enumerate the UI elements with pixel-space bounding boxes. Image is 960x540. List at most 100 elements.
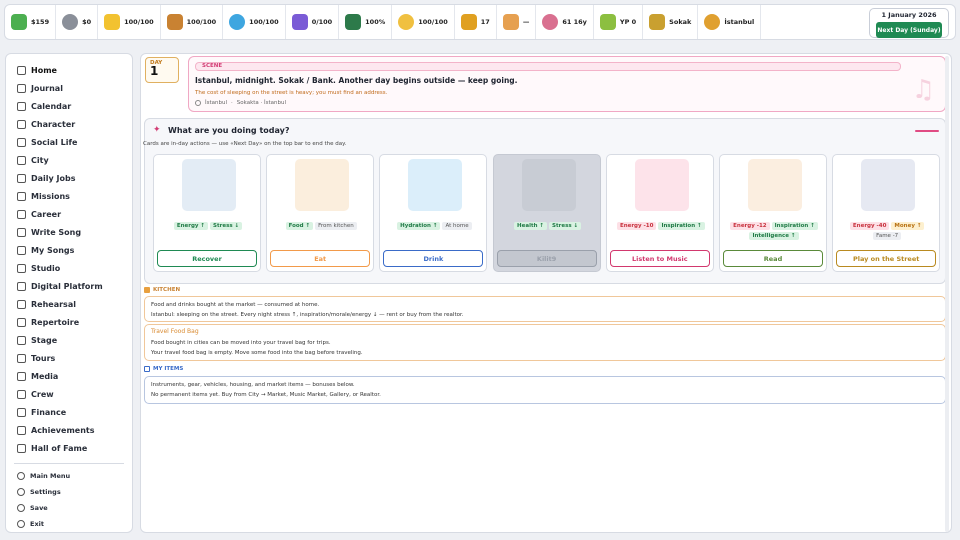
- sidebar-item-digital-platform[interactable]: Digital Platform: [6, 277, 132, 295]
- music-note-icon: ♫: [911, 75, 935, 105]
- stat-age: 61 16y: [536, 5, 594, 39]
- sidebar-item-label: Hall of Fame: [31, 443, 88, 453]
- sidebar-item-main-menu[interactable]: Main Menu: [6, 468, 132, 484]
- effect-chip: At home: [442, 222, 472, 230]
- sidebar-item-write-song[interactable]: Write Song: [6, 223, 132, 241]
- sidebar-item-studio[interactable]: Studio: [6, 259, 132, 277]
- location-separator: ·: [231, 100, 233, 106]
- sidebar-item-label: Save: [30, 504, 48, 512]
- main-content: DAY 1 SCENE Istanbul, midnight. Sokak / …: [140, 53, 952, 533]
- media-icon: [17, 371, 26, 381]
- city-icon: [17, 155, 26, 165]
- sidebar-item-missions[interactable]: Missions: [6, 187, 132, 205]
- stat-value: 100/100: [124, 18, 154, 26]
- location-detail: Sokakta · İstanbul: [236, 100, 287, 106]
- digital-platform-icon: [17, 281, 26, 291]
- stat-cash: $159: [5, 5, 57, 39]
- sidebar-item-hall-of-fame[interactable]: Hall of Fame: [6, 439, 132, 457]
- effect-chips: Health ↑ Stress ↓: [496, 221, 600, 231]
- travel-bag-box: Travel Food Bag Food bought in cities ca…: [144, 324, 946, 361]
- exit-icon: [17, 520, 25, 528]
- sidebar-item-label: Crew: [31, 389, 54, 399]
- character-icon: [17, 119, 26, 129]
- read-button[interactable]: Read: [723, 250, 823, 267]
- sidebar-item-career[interactable]: Career: [6, 205, 132, 223]
- repertoire-icon: [17, 317, 26, 327]
- stat-music-box: —: [497, 5, 537, 39]
- sidebar-item-stage[interactable]: Stage: [6, 331, 132, 349]
- sidebar-item-rehearsal[interactable]: Rehearsal: [6, 295, 132, 313]
- kilit-button[interactable]: Kilit9: [496, 250, 597, 267]
- sidebar-item-crew[interactable]: Crew: [6, 385, 132, 403]
- drink-button[interactable]: Drink: [383, 250, 484, 267]
- sidebar-item-finance[interactable]: Finance: [6, 403, 132, 421]
- items-line-2: No permanent items yet. Buy from City → …: [151, 392, 381, 398]
- sidebar-item-home[interactable]: Home: [6, 61, 132, 79]
- effect-chip: Intelligence ↑: [749, 232, 799, 240]
- location-pin-icon: [195, 100, 201, 106]
- stat-value: Sokak: [669, 18, 692, 26]
- sidebar-item-label: City: [31, 155, 49, 165]
- sidebar-item-label: Career: [31, 209, 62, 219]
- sidebar-item-city[interactable]: City: [6, 151, 132, 169]
- sidebar-item-save[interactable]: Save: [6, 500, 132, 516]
- effect-chip: Health ↑: [514, 222, 548, 230]
- sidebar-item-label: Rehearsal: [31, 299, 76, 309]
- effect-chip: Stress ↓: [210, 222, 243, 230]
- social-life-icon: [17, 137, 26, 147]
- sidebar-item-label: Home: [31, 65, 57, 75]
- energy-icon: [104, 14, 121, 30]
- sidebar-item-label: Studio: [31, 263, 61, 273]
- sidebar-divider: [14, 463, 124, 464]
- next-day-button[interactable]: Next Day (Sunday): [876, 22, 942, 38]
- sidebar-item-label: Daily Jobs: [31, 173, 76, 183]
- effect-chips: Hydration ↑ At home: [382, 221, 486, 231]
- kitchen-box: Food and drinks bought at the market — c…: [144, 296, 946, 322]
- sidebar-item-exit[interactable]: Exit: [6, 516, 132, 532]
- yp-icon: [599, 14, 616, 30]
- sidebar-item-character[interactable]: Character: [6, 115, 132, 133]
- sidebar-item-label: Character: [31, 119, 76, 129]
- sidebar-item-daily-jobs[interactable]: Daily Jobs: [6, 169, 132, 187]
- effect-chips: Energy -10 Inspiration ↑: [609, 221, 713, 231]
- action-card-kilit: Health ↑ Stress ↓ Kilit9: [492, 154, 601, 272]
- effect-chip: Inspiration ↑: [658, 222, 705, 230]
- bank-icon: [62, 14, 79, 30]
- scene-location: İstanbul · Sokakta · İstanbul: [195, 100, 286, 106]
- eat-button[interactable]: Eat: [270, 250, 371, 267]
- effect-chip: Fame -7: [873, 232, 902, 240]
- stat-value: 100/100: [418, 18, 448, 26]
- kilit-illustration-icon: [521, 159, 576, 211]
- home-icon: [649, 14, 666, 30]
- recover-button[interactable]: Recover: [157, 250, 257, 267]
- action-card-eat: Food ↑ From kitchen Eat: [266, 154, 375, 272]
- scene-headline: Istanbul, midnight. Sokak / Bank. Anothe…: [195, 76, 518, 85]
- sidebar-item-label: Finance: [31, 407, 67, 417]
- sidebar-item-achievements[interactable]: Achievements: [6, 421, 132, 439]
- sidebar-item-journal[interactable]: Journal: [6, 79, 132, 97]
- sidebar-item-media[interactable]: Media: [6, 367, 132, 385]
- sidebar-item-settings[interactable]: Settings: [6, 484, 132, 500]
- listen-to-music-button[interactable]: Listen to Music: [609, 250, 710, 267]
- journal-icon: [17, 83, 26, 93]
- main-scrollbar[interactable]: [945, 56, 949, 532]
- kitchen-line-1: Food and drinks bought at the market — c…: [151, 302, 320, 308]
- play-on-the-street-button[interactable]: Play on the Street: [836, 250, 937, 267]
- daily-jobs-icon: [17, 173, 26, 183]
- sidebar-item-label: Exit: [30, 520, 44, 528]
- water-drop-icon: [229, 14, 246, 30]
- sidebar-item-social-life[interactable]: Social Life: [6, 133, 132, 151]
- home-icon: [17, 65, 26, 75]
- top-status-bar: $159 $0 100/100 100/100 100/100 0/100 100% 100/…: [4, 4, 956, 40]
- sidebar-item-calendar[interactable]: Calendar: [6, 97, 132, 115]
- sidebar-item-tours[interactable]: Tours: [6, 349, 132, 367]
- music-box-icon: [502, 14, 519, 30]
- kitchen-icon: [144, 287, 150, 293]
- recover-illustration-icon: [182, 159, 236, 211]
- hall-of-fame-icon: [17, 443, 26, 453]
- stat-fame-star: 17: [455, 5, 497, 39]
- stat-value: 100%: [365, 18, 386, 26]
- effect-chips: Energy ↑ Stress ↓: [156, 221, 260, 231]
- sidebar-item-my-songs[interactable]: My Songs: [6, 241, 132, 259]
- sidebar-item-repertoire[interactable]: Repertoire: [6, 313, 132, 331]
